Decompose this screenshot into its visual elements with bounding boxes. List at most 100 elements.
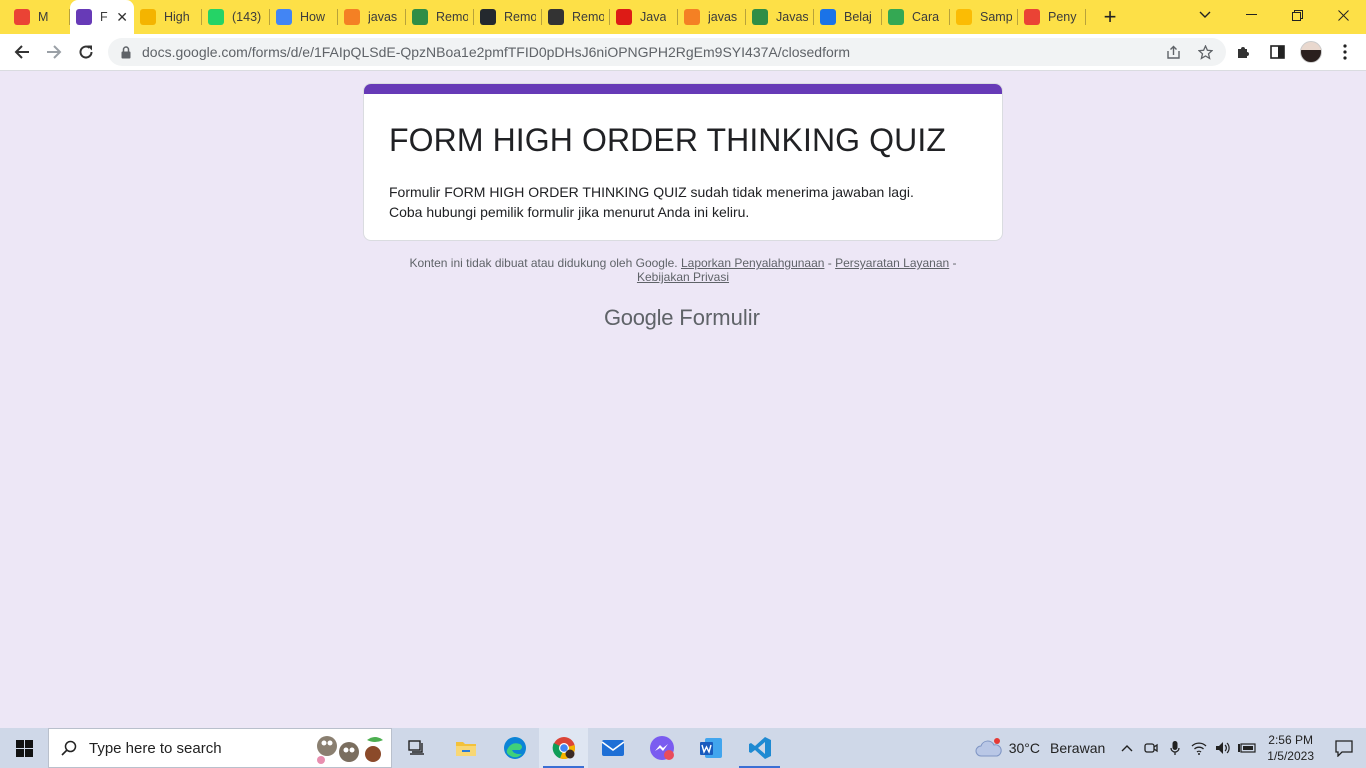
meet-now-icon[interactable] <box>1139 728 1163 768</box>
chrome-icon <box>552 737 575 760</box>
browser-tab[interactable]: Remo <box>474 0 542 34</box>
word-button[interactable] <box>686 728 735 768</box>
browser-tab[interactable]: javas <box>338 0 406 34</box>
search-placeholder: Type here to search <box>89 739 222 757</box>
search-highlight-illustration <box>315 732 385 766</box>
google-forms-logo[interactable]: Google Formulir <box>604 305 760 331</box>
form-accent-bar <box>364 84 1002 94</box>
google-wordmark: Google <box>604 305 674 330</box>
wifi-icon[interactable] <box>1187 728 1211 768</box>
form-title: FORM HIGH ORDER THINKING QUIZ <box>389 122 946 158</box>
tab-title: M <box>38 10 49 24</box>
bookmark-star-icon[interactable] <box>1192 39 1218 65</box>
browser-tab[interactable]: M <box>8 0 70 34</box>
volume-icon[interactable] <box>1211 728 1235 768</box>
minimize-button[interactable] <box>1228 0 1274 30</box>
browser-tab[interactable]: Remo <box>542 0 610 34</box>
windows-taskbar: Type here to search 30°C Berawan 2:56 PM… <box>0 728 1366 768</box>
word-icon <box>699 738 722 758</box>
notification-icon <box>1335 739 1353 757</box>
file-explorer-button[interactable] <box>441 728 490 768</box>
chevron-site-icon <box>548 9 564 25</box>
browser-tab[interactable]: Peny <box>1018 0 1086 34</box>
windows-logo-icon <box>15 739 33 757</box>
system-clock[interactable]: 2:56 PM 1/5/2023 <box>1267 732 1314 764</box>
tab-title: (143) <box>232 10 262 24</box>
mail-icon <box>601 740 624 756</box>
close-icon <box>1337 9 1349 21</box>
browser-tab[interactable]: High <box>134 0 202 34</box>
privacy-policy-link[interactable]: Kebijakan Privasi <box>637 270 729 284</box>
clock-time: 2:56 PM <box>1268 733 1313 747</box>
lock-icon[interactable] <box>120 45 132 59</box>
geeksforgeeks-icon <box>752 9 768 25</box>
side-panel-icon[interactable] <box>1262 36 1292 68</box>
reload-button[interactable] <box>70 36 102 68</box>
browser-tab[interactable]: javas <box>678 0 746 34</box>
back-button[interactable] <box>6 36 38 68</box>
google-drive-icon <box>956 9 972 25</box>
start-button[interactable] <box>0 728 48 768</box>
browser-tab[interactable]: Fo ✕ <box>70 0 134 34</box>
back-arrow-icon <box>14 45 29 59</box>
task-view-button[interactable] <box>392 728 441 768</box>
tab-title: Java <box>640 10 667 24</box>
notification-center-button[interactable] <box>1322 728 1366 768</box>
browser-tab[interactable]: How <box>270 0 338 34</box>
tab-title: High <box>164 10 190 24</box>
battery-icon[interactable] <box>1235 728 1259 768</box>
new-tab-button[interactable]: + <box>1096 3 1124 31</box>
tab-title: Javas <box>776 10 808 24</box>
messenger-icon <box>649 736 674 760</box>
chrome-button[interactable] <box>539 728 588 768</box>
show-hidden-icons-icon[interactable] <box>1115 728 1139 768</box>
share-icon[interactable] <box>1160 39 1186 65</box>
closed-message: Formulir FORM HIGH ORDER THINKING QUIZ s… <box>389 184 914 200</box>
taskbar-search-box[interactable]: Type here to search <box>48 728 392 768</box>
browser-tab[interactable]: Javas <box>746 0 814 34</box>
forward-button[interactable] <box>38 36 70 68</box>
browser-toolbar: docs.google.com/forms/d/e/1FAIpQLSdE-Qpz… <box>0 34 1366 71</box>
window-controls <box>1228 0 1366 34</box>
browser-tab[interactable]: Samp <box>950 0 1018 34</box>
report-abuse-link[interactable]: Laporkan Penyalahgunaan <box>681 256 824 270</box>
url-text[interactable]: docs.google.com/forms/d/e/1FAIpQLSdE-Qpz… <box>142 44 1160 60</box>
tab-title: Remo <box>436 10 468 24</box>
restore-icon <box>1291 9 1303 21</box>
browser-tab[interactable]: Cara <box>882 0 950 34</box>
tab-title: Cara <box>912 10 940 24</box>
messenger-button[interactable] <box>637 728 686 768</box>
form-footer: Konten ini tidak dibuat atau didukung ol… <box>363 256 1003 284</box>
vscode-icon <box>748 737 771 759</box>
edge-icon <box>503 737 526 759</box>
menu-kebab-icon[interactable] <box>1330 36 1360 68</box>
profile-avatar[interactable] <box>1296 36 1326 68</box>
mail-button[interactable] <box>588 728 637 768</box>
search-icon <box>61 740 77 756</box>
browser-tab[interactable]: Belaj <box>814 0 882 34</box>
google-forms-icon <box>76 9 92 25</box>
tab-search-button[interactable] <box>1190 0 1220 30</box>
restore-button[interactable] <box>1274 0 1320 30</box>
vscode-button[interactable] <box>735 728 784 768</box>
edge-button[interactable] <box>490 728 539 768</box>
close-window-button[interactable] <box>1320 0 1366 30</box>
browser-tab[interactable]: Java <box>610 0 678 34</box>
browser-tab[interactable]: (143) <box>202 0 270 34</box>
extensions-icon[interactable] <box>1228 36 1258 68</box>
system-tray: 30°C Berawan 2:56 PM 1/5/2023 <box>975 728 1366 768</box>
tab-title: Belaj <box>844 10 872 24</box>
tab-title: javas <box>368 10 398 24</box>
reload-icon <box>79 45 93 59</box>
terms-of-service-link[interactable]: Persyaratan Layanan <box>835 256 949 270</box>
close-tab-icon[interactable]: ✕ <box>116 9 128 26</box>
tab-title: Remo <box>504 10 536 24</box>
address-bar[interactable]: docs.google.com/forms/d/e/1FAIpQLSdE-Qpz… <box>108 38 1226 66</box>
code-site-icon <box>820 9 836 25</box>
weather-widget[interactable]: 30°C Berawan <box>975 738 1105 758</box>
browser-tab[interactable]: Remo <box>406 0 474 34</box>
forward-arrow-icon <box>47 45 62 59</box>
pin-icon <box>1024 9 1040 25</box>
tab-title: Fo <box>100 10 108 24</box>
microphone-icon[interactable] <box>1163 728 1187 768</box>
